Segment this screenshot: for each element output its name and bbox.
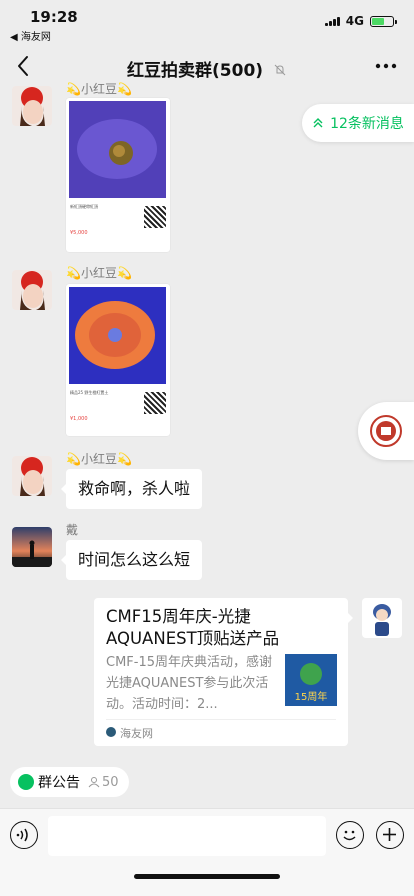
announcement-count-value: 50 <box>102 774 119 790</box>
card-price: ¥1,000 <box>70 416 88 422</box>
card-caption: 新紅頂硬帶紅頂 <box>70 204 98 209</box>
sender-nickname: 💫小红豆💫 <box>66 82 132 96</box>
sender-nickname: 💫小红豆💫 <box>66 452 132 466</box>
home-indicator <box>134 874 280 879</box>
qr-code-icon <box>144 206 166 228</box>
thumb-caption: 15周年 <box>295 690 328 703</box>
new-messages-button[interactable]: 12条新消息 <box>302 104 414 142</box>
avatar[interactable] <box>12 527 52 567</box>
announcement-icon <box>18 774 34 790</box>
card-price: ¥5,000 <box>70 230 88 236</box>
message-input[interactable] <box>48 816 326 856</box>
qr-code-icon <box>144 392 166 414</box>
announcement-count: 50 <box>88 775 119 790</box>
link-card-message[interactable]: CMF15周年庆-光捷AQUANEST顶贴送产品 CMF-15周年庆典活动，感谢… <box>94 598 353 746</box>
battery-icon <box>370 15 397 27</box>
user-icon <box>88 777 100 788</box>
chat-title: 红豆拍卖群(500) <box>0 56 414 81</box>
image-message[interactable]: 新紅頂硬帶紅頂 ¥5,000 <box>66 98 170 252</box>
input-bar <box>0 808 414 896</box>
emoji-icon[interactable] <box>336 821 364 849</box>
link-title: CMF15周年庆-光捷AQUANEST顶贴送产品 <box>106 607 280 648</box>
coral-photo <box>69 101 166 198</box>
card-caption: 精品25 野生橙紅置土 <box>70 390 109 395</box>
status-indicators: 4G <box>324 14 397 28</box>
avatar[interactable] <box>12 456 52 496</box>
sender-nickname: 戴 <box>66 523 79 537</box>
link-source: 海友网 <box>120 727 153 740</box>
brand-logo-icon <box>370 415 402 447</box>
link-description: CMF-15周年庆典活动，感谢光捷AQUANEST参与此次活动。活动时间：2..… <box>106 655 273 712</box>
new-messages-label: 12条新消息 <box>330 116 404 132</box>
link-divider <box>106 719 336 720</box>
network-label: 4G <box>345 14 364 28</box>
double-chevron-up-icon <box>313 118 323 128</box>
plus-icon[interactable] <box>376 821 404 849</box>
mute-bell-icon <box>274 64 286 76</box>
back-to-app-link[interactable]: ◀ 海友网 <box>10 28 51 43</box>
sender-nickname: 💫小红豆💫 <box>66 266 132 280</box>
announcement-label: 群公告 <box>38 775 80 791</box>
my-avatar[interactable] <box>362 598 402 638</box>
status-time: 19:28 <box>30 8 78 26</box>
group-announcement-button[interactable]: 群公告 50 <box>10 767 129 797</box>
chat-title-text: 红豆拍卖群(500) <box>127 61 264 81</box>
avatar[interactable] <box>12 86 52 126</box>
link-thumbnail: 15周年 <box>285 654 337 706</box>
coral-photo <box>69 287 166 384</box>
image-message[interactable]: 精品25 野生橙紅置土 ¥1,000 <box>66 284 170 436</box>
signal-icon <box>324 16 340 26</box>
text-message[interactable]: 救命啊，杀人啦 <box>60 469 203 509</box>
floating-logo-button[interactable] <box>358 402 414 460</box>
status-bar: 19:28 ◀ 海友网 4G <box>0 0 414 44</box>
text-message[interactable]: 时间怎么这么短 <box>60 540 203 580</box>
avatar[interactable] <box>12 270 52 310</box>
chat-header: 红豆拍卖群(500) <box>0 44 414 88</box>
voice-icon[interactable] <box>10 821 38 849</box>
source-logo-icon <box>106 727 116 737</box>
more-dots-icon[interactable] <box>372 54 400 78</box>
